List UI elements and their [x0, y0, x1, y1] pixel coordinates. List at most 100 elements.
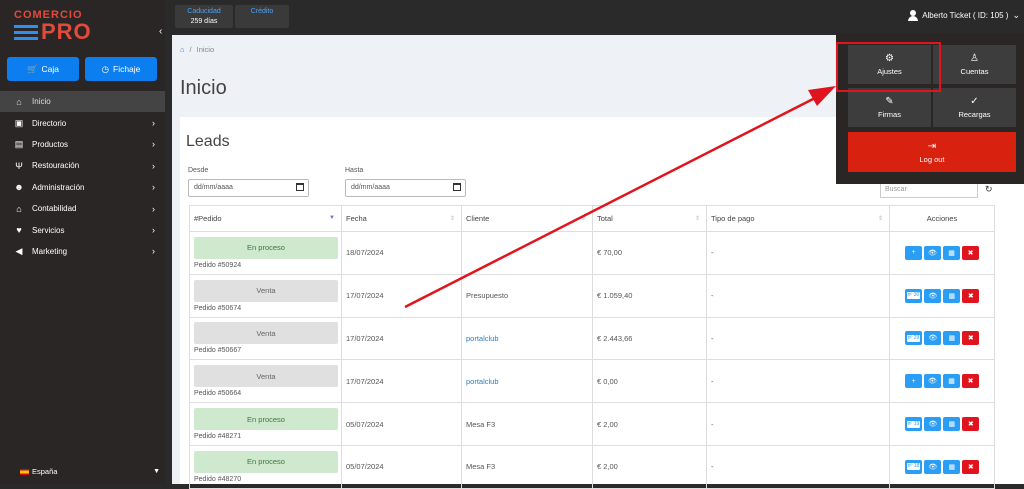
fichaje-button[interactable]: ◷ Fichaje — [85, 57, 157, 81]
cell-tipo-pago: - — [706, 444, 890, 489]
delete-icon[interactable]: ✖ — [962, 331, 980, 346]
sidebar-item-productos[interactable]: ▤ Productos › — [0, 134, 165, 155]
caret-down-icon: ▼ — [153, 468, 160, 475]
cell-acciones: nº 29 👁 ▦ ✖ — [889, 316, 995, 361]
home-icon[interactable]: ⌂ — [180, 45, 185, 54]
sidebar-item-label: Servicios — [32, 225, 65, 235]
collapse-sidebar-icon[interactable]: ‹ — [159, 26, 162, 37]
status-badge[interactable]: En proceso — [194, 450, 338, 473]
cell-fecha: 18/07/2024 — [341, 231, 462, 275]
credito-chip[interactable]: Crédito — [235, 5, 289, 28]
user-menu-toggle[interactable]: Alberto Ticket ( ID: 105 ) ⌄ — [908, 10, 1020, 21]
column-header-pedido[interactable]: #Pedido ▼ — [189, 205, 342, 232]
view-eye-icon[interactable]: 👁 — [924, 245, 941, 260]
sidebar-item-servicios[interactable]: ♥ Servicios › — [0, 219, 165, 240]
topbar: Caducidad 259 días Crédito Alberto Ticke… — [165, 0, 1024, 33]
caja-button[interactable]: 🛒 Caja — [7, 57, 79, 81]
table-row: Venta Pedido #50664 17/07/2024 portalclu… — [189, 359, 995, 404]
column-header-acciones: Acciones — [889, 205, 995, 232]
column-header-cliente[interactable]: Cliente ⇕ — [461, 205, 593, 232]
cell-cliente — [461, 231, 593, 275]
chevron-right-icon: › — [152, 225, 155, 236]
hasta-date-input[interactable]: dd/mm/aaaa — [345, 179, 466, 197]
add-button[interactable]: + — [905, 245, 922, 260]
sidebar-item-contabilidad[interactable]: ⌂ Contabilidad › — [0, 198, 165, 219]
delete-icon[interactable]: ✖ — [962, 417, 980, 432]
status-badge[interactable]: En proceso — [194, 408, 338, 431]
logout-button[interactable]: ⇥ Log out — [848, 132, 1016, 172]
refresh-icon[interactable]: ↻ — [985, 184, 993, 195]
logout-label: Log out — [919, 154, 945, 164]
cell-acciones: nº 19 👁 ▦ ✖ — [889, 402, 995, 446]
status-badge[interactable]: Venta — [194, 322, 338, 345]
cell-total: € 2,00 — [592, 402, 707, 446]
print-icon[interactable]: ▦ — [943, 288, 961, 303]
view-eye-icon[interactable]: 👁 — [924, 417, 942, 432]
column-header-tipo-pago[interactable]: Tipo de pago ⇕ — [706, 205, 890, 232]
cell-fecha: 17/07/2024 — [341, 359, 462, 404]
view-eye-icon[interactable]: 👁 — [924, 331, 942, 346]
cell-acciones: nº 30 👁 ▦ ✖ — [889, 273, 995, 318]
recargas-label: Recargas — [958, 109, 991, 119]
cliente-value: Mesa F3 — [466, 419, 496, 429]
status-badge[interactable]: Venta — [194, 365, 338, 388]
chevron-right-icon: › — [152, 160, 155, 171]
column-header-total[interactable]: Total ⇕ — [592, 205, 707, 232]
order-number: Pedido #48270 — [194, 475, 242, 483]
sidebar-item-label: Restouración — [32, 161, 80, 171]
view-eye-icon[interactable]: 👁 — [924, 374, 941, 389]
ticket-number-button[interactable]: nº 18 — [904, 459, 923, 474]
sidebar-item-restauracion[interactable]: Ψ Restouración › — [0, 155, 165, 176]
caja-button-label: Caja — [41, 64, 60, 74]
cuentas-button[interactable]: ♙ Cuentas — [933, 45, 1016, 84]
column-header-fecha[interactable]: Fecha ⇕ — [341, 205, 462, 232]
view-eye-icon[interactable]: 👁 — [924, 288, 942, 303]
status-badge[interactable]: Venta — [194, 279, 338, 302]
ticket-number-button[interactable]: nº 19 — [904, 417, 923, 432]
spain-flag-icon — [20, 468, 29, 475]
caducidad-chip[interactable]: Caducidad 259 días — [175, 5, 233, 28]
chevron-right-icon: › — [152, 246, 155, 257]
delete-icon[interactable]: ✖ — [962, 288, 980, 303]
desde-label: Desde — [188, 167, 209, 174]
print-icon[interactable]: ▦ — [943, 245, 960, 260]
ticket-number-button[interactable]: nº 29 — [904, 331, 923, 346]
ticket-number-button[interactable]: nº 30 — [904, 288, 923, 303]
logo-lines-icon — [14, 24, 38, 40]
sidebar-item-directorio[interactable]: ▣ Directorio › — [0, 112, 165, 133]
chevron-down-icon: ⌄ — [1012, 10, 1020, 20]
chevron-right-icon: › — [152, 118, 155, 129]
megaphone-icon: ◀ — [15, 245, 23, 256]
cell-pedido: Venta Pedido #50674 — [189, 273, 342, 318]
sidebar-item-label: Marketing — [32, 246, 68, 256]
firmas-button[interactable]: ✎ Firmas — [848, 88, 931, 127]
sidebar-item-administracion[interactable]: ☻ Administración › — [0, 177, 165, 198]
delete-icon[interactable]: ✖ — [962, 459, 980, 474]
delete-icon[interactable]: ✖ — [962, 245, 979, 260]
cell-total: € 70,00 — [592, 231, 707, 275]
language-selector[interactable]: España ▼ — [20, 467, 160, 476]
sort-desc-icon: ▼ — [329, 215, 335, 221]
table-row: En proceso Pedido #48271 05/07/2024 Mesa… — [189, 402, 995, 446]
brand-logo[interactable]: COMERCIO PRO — [14, 9, 94, 43]
cliente-value[interactable]: portalclub — [466, 377, 499, 386]
view-eye-icon[interactable]: 👁 — [924, 459, 942, 474]
table-row: Venta Pedido #50674 17/07/2024 Presupues… — [189, 273, 995, 318]
recargas-button[interactable]: ✓ Recargas — [933, 88, 1016, 127]
sidebar-item-marketing[interactable]: ◀ Marketing › — [0, 241, 165, 262]
print-icon[interactable]: ▦ — [943, 417, 961, 432]
sidebar-item-label: Directorio — [32, 118, 67, 128]
delete-icon[interactable]: ✖ — [962, 374, 979, 389]
print-icon[interactable]: ▦ — [943, 374, 960, 389]
sidebar-item-inicio[interactable]: ⌂ Inicio — [0, 91, 165, 113]
print-icon[interactable]: ▦ — [943, 331, 961, 346]
cell-pedido: Venta Pedido #50664 — [189, 359, 342, 404]
print-icon[interactable]: ▦ — [943, 459, 961, 474]
box-icon: ▤ — [14, 138, 24, 149]
status-badge[interactable]: En proceso — [194, 236, 338, 259]
cell-tipo-pago: - — [706, 231, 890, 275]
cliente-value[interactable]: portalclub — [466, 334, 499, 343]
add-button[interactable]: + — [905, 374, 922, 389]
desde-date-input[interactable]: dd/mm/aaaa — [188, 179, 309, 197]
table-row: En proceso Pedido #50924 18/07/2024 € 70… — [189, 231, 995, 275]
